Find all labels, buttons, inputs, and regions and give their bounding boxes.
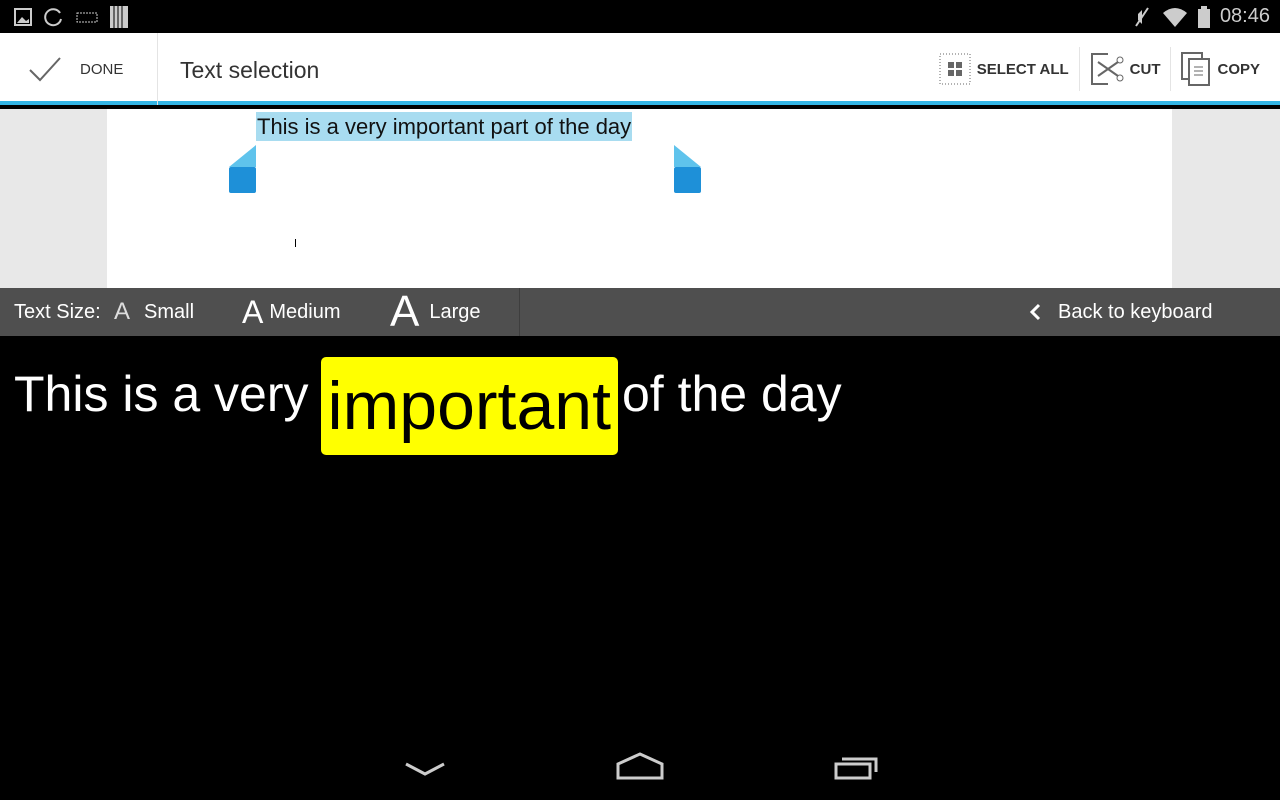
clock: 08:46 — [1219, 5, 1270, 27]
text-cursor — [295, 239, 296, 247]
home-icon[interactable] — [616, 752, 664, 787]
back-to-keyboard-button[interactable]: Back to keyboard — [1028, 288, 1213, 336]
copy-button[interactable]: COPY — [1170, 47, 1270, 91]
text-size-large[interactable]: A Large — [390, 287, 520, 336]
recents-icon[interactable] — [834, 752, 880, 787]
select-all-icon — [939, 53, 971, 85]
text-size-small[interactable]: A Small — [114, 288, 194, 336]
status-bar: 08:46 — [0, 0, 1280, 33]
done-label: DONE — [80, 60, 124, 78]
gallery-icon — [14, 8, 32, 26]
barcode-icon — [110, 6, 128, 28]
editor-area: This is a very important part of the day — [0, 109, 1280, 288]
small-a-icon: A — [114, 298, 131, 325]
large-a-icon: A — [390, 287, 420, 336]
navigation-bar — [0, 740, 1280, 800]
page-title: Text selection — [180, 57, 320, 83]
selected-text: This is a very important part of the day — [256, 112, 633, 141]
text-size-label: Text Size: — [14, 300, 101, 323]
done-button[interactable]: DONE — [0, 33, 158, 105]
select-all-button[interactable]: SELECT ALL — [929, 47, 1079, 91]
text-size-bar: Text Size: A Small A Medium A Large Back to… — [0, 287, 1280, 336]
check-icon — [29, 57, 61, 82]
mute-icon — [1135, 6, 1149, 27]
action-bar: DONE Text selection SELECT ALL CUT COPY — [0, 33, 1280, 105]
back-icon[interactable] — [404, 760, 446, 785]
scissors-icon — [1090, 53, 1124, 85]
medium-a-icon: A — [242, 293, 264, 330]
sync-icon — [44, 8, 62, 27]
keyboard-icon — [76, 12, 98, 23]
wifi-icon — [1162, 7, 1187, 27]
chevron-left-icon — [1029, 303, 1041, 321]
text-field[interactable]: This is a very important part of the day — [107, 109, 1172, 288]
copy-icon — [1181, 52, 1211, 86]
cut-button[interactable]: CUT — [1078, 47, 1171, 91]
highlighted-word: important — [320, 357, 618, 455]
battery-icon — [1197, 5, 1210, 28]
text-size-medium[interactable]: A Medium — [242, 288, 340, 336]
selection-start-handle[interactable] — [227, 145, 257, 195]
selection-end-handle[interactable] — [673, 145, 703, 195]
magnified-text: This is a very important of the day — [14, 345, 842, 455]
